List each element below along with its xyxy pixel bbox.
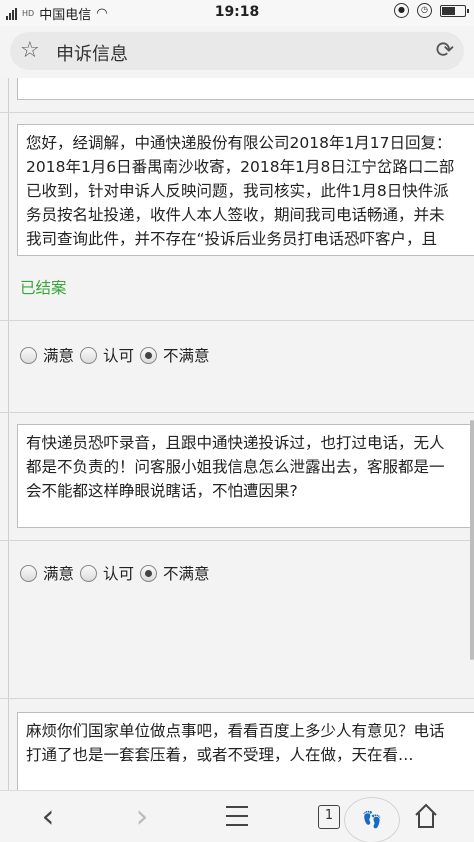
- divider: [0, 412, 474, 413]
- rating-2-option-0[interactable]: 满意: [20, 562, 74, 584]
- case-status: 已结案: [20, 279, 67, 297]
- url-pill[interactable]: ☆ 申诉信息 ⟳: [10, 32, 464, 70]
- watermark-footprint: 👣: [344, 797, 400, 842]
- refresh-icon[interactable]: ⟳: [436, 39, 454, 63]
- radio-button[interactable]: [140, 564, 158, 582]
- rating-2-option-2[interactable]: 不满意: [140, 562, 210, 584]
- radio-button[interactable]: [140, 346, 158, 364]
- status-right: ● ◷: [394, 3, 469, 18]
- rating-1-option-0[interactable]: 满意: [20, 344, 74, 366]
- comment-text-1: 有快递员恐吓录音，且跟中通快递投诉过，也打过电话，无人 都是不负责的！问客服小姐…: [26, 434, 445, 500]
- radio-button[interactable]: [20, 564, 37, 582]
- radio-button[interactable]: [20, 346, 37, 364]
- radio-button[interactable]: [80, 346, 98, 364]
- radio-label: 满意: [43, 347, 75, 365]
- tabs-button[interactable]: 1: [318, 805, 340, 829]
- radio-label: 满意: [43, 565, 75, 583]
- browser-address-bar: ☆ 申诉信息 ⟳: [0, 26, 474, 78]
- alarm-icon: ◷: [417, 3, 432, 18]
- scrollbar[interactable]: [470, 420, 474, 660]
- back-icon[interactable]: ‹: [28, 800, 68, 832]
- home-icon[interactable]: [414, 803, 438, 829]
- page-content[interactable]: 您好，经调解，中通快递股份有限公司2018年1月17日回复： 2018年1月6日…: [0, 78, 474, 790]
- divider: [0, 112, 474, 113]
- rating-1-option-2[interactable]: 不满意: [140, 344, 210, 366]
- divider: [0, 698, 474, 699]
- radio-label: 认可: [103, 347, 135, 365]
- reply-text: 您好，经调解，中通快递股份有限公司2018年1月17日回复： 2018年1月6日…: [26, 134, 455, 248]
- divider: [0, 320, 474, 321]
- radio-button[interactable]: [80, 564, 98, 582]
- radio-label: 认可: [103, 565, 135, 583]
- divider: [0, 540, 474, 541]
- radio-label: 不满意: [163, 347, 210, 365]
- rating-group-2: 满意 认可 不满意: [20, 562, 216, 584]
- left-border-line: [8, 78, 9, 790]
- previous-textbox[interactable]: [17, 78, 474, 100]
- star-icon[interactable]: ☆: [20, 38, 40, 64]
- menu-icon[interactable]: [226, 806, 248, 826]
- comment-text-2: 麻烦你们国家单位做点事吧，看看百度上多少人有意见？电话 打通了也是一套套压着，或…: [26, 722, 445, 764]
- comment-textbox-2[interactable]: 麻烦你们国家单位做点事吧，看看百度上多少人有意见？电话 打通了也是一套套压着，或…: [17, 712, 474, 790]
- vpn-icon: ●: [394, 3, 409, 18]
- radio-label: 不满意: [163, 565, 210, 583]
- reply-textbox[interactable]: 您好，经调解，中通快递股份有限公司2018年1月17日回复： 2018年1月6日…: [17, 124, 474, 256]
- status-bar: HD 中国电信 ◠ 19:18 ● ◷: [0, 0, 474, 26]
- forward-icon[interactable]: ›: [122, 800, 162, 832]
- browser-bottom-nav: ‹ › 1 👣: [0, 790, 474, 842]
- battery-icon: [440, 4, 469, 17]
- page-title[interactable]: 申诉信息: [56, 40, 128, 66]
- comment-textbox-1[interactable]: 有快递员恐吓录音，且跟中通快递投诉过，也打过电话，无人 都是不负责的！问客服小姐…: [17, 424, 474, 528]
- rating-1-option-1[interactable]: 认可: [80, 344, 134, 366]
- rating-group-1: 满意 认可 不满意: [20, 344, 216, 366]
- rating-2-option-1[interactable]: 认可: [80, 562, 134, 584]
